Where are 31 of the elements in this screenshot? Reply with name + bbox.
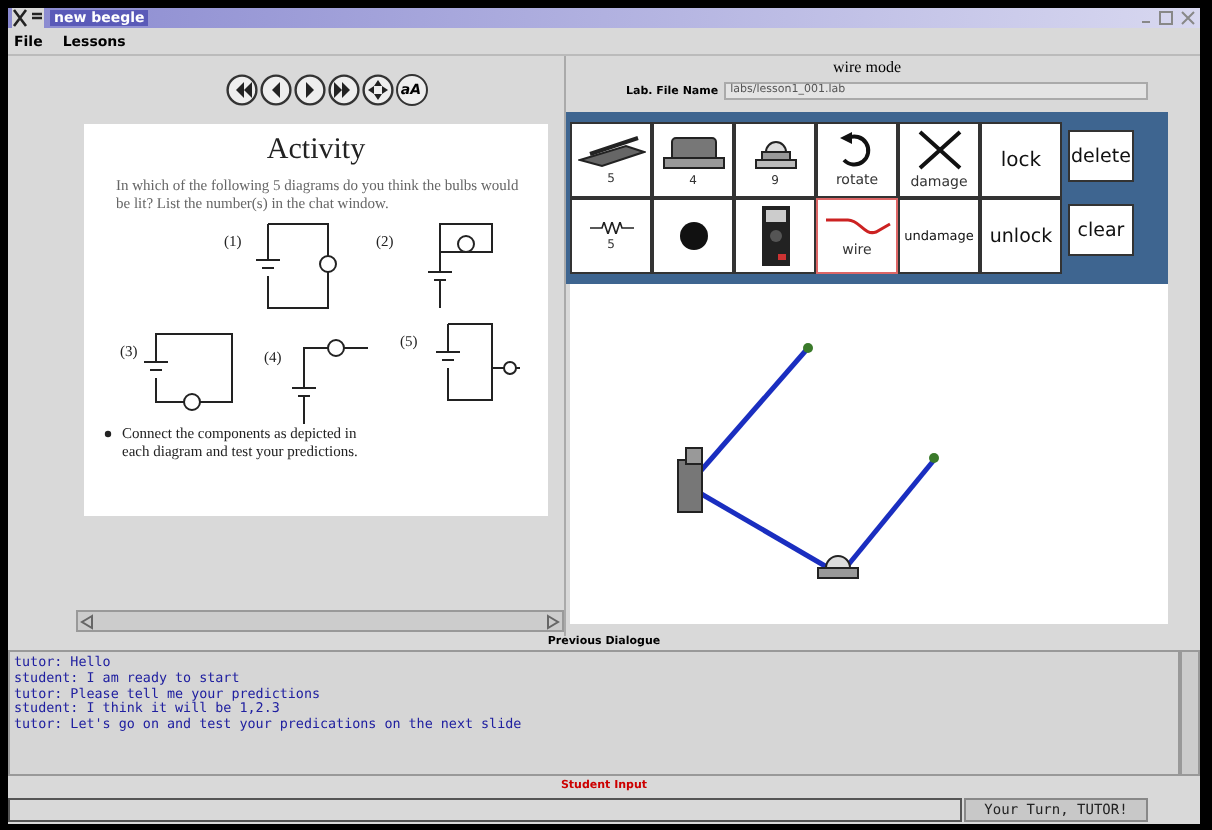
junction-tool[interactable] xyxy=(652,198,734,274)
resistor-icon xyxy=(589,221,633,233)
delete-button[interactable]: delete xyxy=(1068,130,1134,182)
mode-label: wire mode xyxy=(831,56,903,80)
next-button[interactable] xyxy=(293,74,325,106)
battery-component-icon[interactable] xyxy=(677,447,703,513)
cross-icon xyxy=(917,130,961,170)
first-button[interactable] xyxy=(225,74,257,106)
motor-icon xyxy=(661,133,725,169)
text-tool[interactable]: lock xyxy=(980,122,1062,198)
vertical-scrollbar[interactable] xyxy=(1180,650,1200,776)
bullet-icon xyxy=(104,430,112,438)
wire-end-icon[interactable] xyxy=(803,343,813,353)
bulb-component-icon[interactable] xyxy=(817,555,859,579)
meter-tool[interactable] xyxy=(734,198,816,274)
horizontal-scrollbar[interactable] xyxy=(76,610,564,632)
scroll-left-icon[interactable] xyxy=(80,613,96,629)
close-icon[interactable] xyxy=(1180,10,1196,26)
prev-button[interactable] xyxy=(259,74,291,106)
scroll-right-icon[interactable] xyxy=(544,613,560,629)
clear-button[interactable]: clear xyxy=(1068,204,1134,256)
multimeter-icon xyxy=(761,206,789,266)
text-tool[interactable]: unlock xyxy=(980,198,1062,274)
move-arrows-button[interactable] xyxy=(361,74,393,106)
last-button[interactable] xyxy=(327,74,359,106)
battery-icon xyxy=(577,135,645,167)
slide-title: Activity xyxy=(264,132,368,168)
wire-end-icon[interactable] xyxy=(929,453,939,463)
dot-icon xyxy=(679,222,707,250)
student-input-field[interactable] xyxy=(8,798,962,822)
wire-icon xyxy=(823,214,891,238)
